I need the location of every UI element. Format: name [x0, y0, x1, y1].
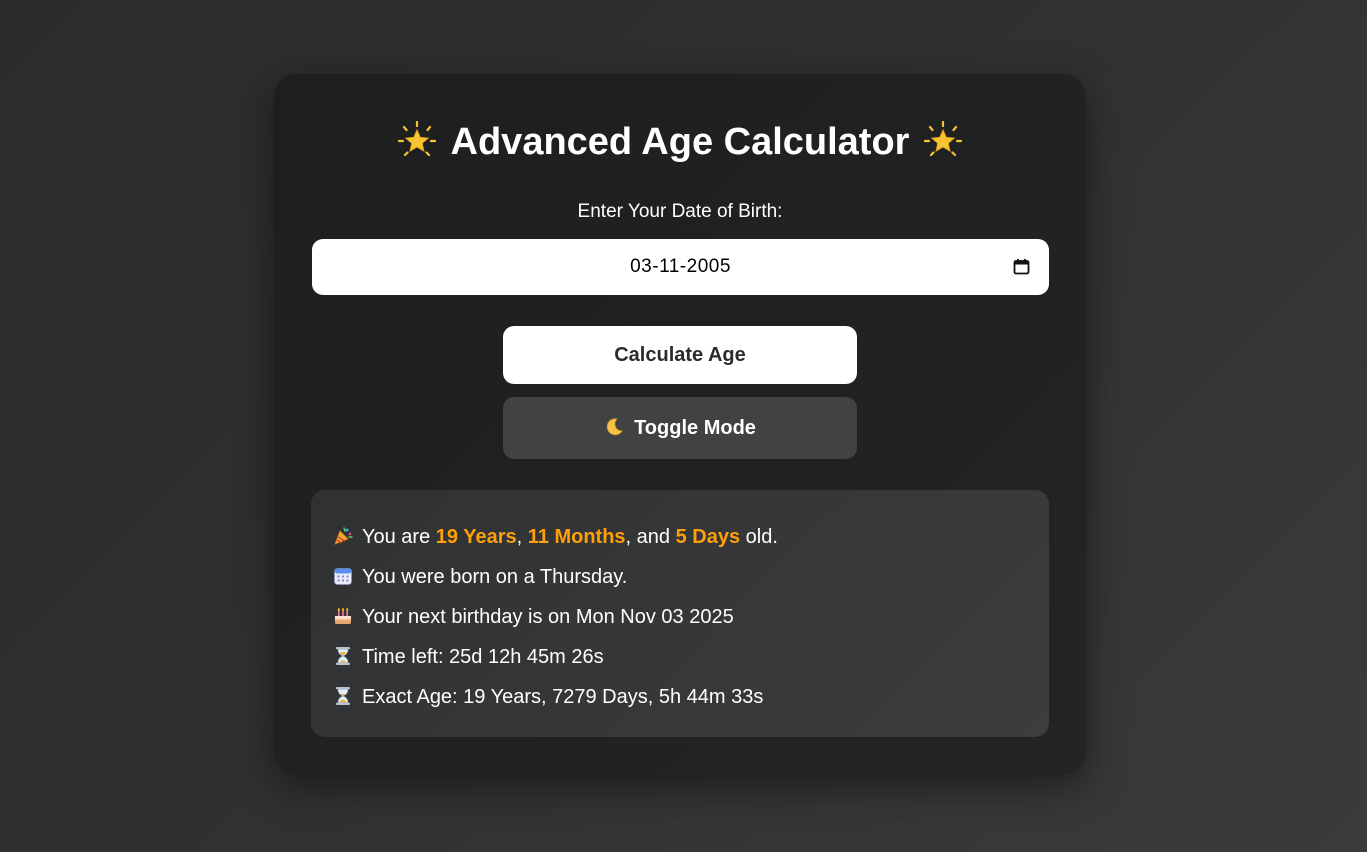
dob-label: Enter Your Date of Birth:	[577, 201, 783, 222]
age-result-line: You are 19 Years, 11 Months, and 5 Days …	[333, 517, 1027, 557]
born-day-text: You were born on a Thursday.	[362, 566, 628, 588]
age-days: 5 Days	[675, 526, 741, 548]
toggle-mode-label: Toggle Mode	[634, 417, 756, 439]
dob-value[interactable]: 03-11-2005	[312, 256, 1049, 278]
next-birthday-text: Your next birthday is on Mon Nov 03 2025	[362, 606, 734, 628]
age-sep2: , and	[625, 526, 671, 548]
glowing-star-icon	[397, 121, 436, 157]
time-left-text: Time left: 25d 12h 45m 26s	[362, 646, 604, 668]
next-birthday-line: Your next birthday is on Mon Nov 03 2025	[333, 597, 1027, 637]
toggle-mode-button[interactable]: Toggle Mode	[503, 397, 857, 459]
calculate-age-label: Calculate Age	[614, 344, 746, 366]
time-left-line: Time left: 25d 12h 45m 26s	[333, 637, 1027, 677]
calendar-icon	[334, 568, 352, 585]
glowing-star-icon	[924, 121, 963, 157]
age-years: 19 Years	[435, 526, 517, 548]
age-months: 11 Months	[527, 526, 626, 548]
age-calculator-card: Advanced Age Calculator Enter Your Date …	[274, 74, 1086, 775]
result-panel: You are 19 Years, 11 Months, and 5 Days …	[311, 490, 1049, 737]
born-day-line: You were born on a Thursday.	[333, 557, 1027, 597]
birthday-cake-icon	[334, 608, 352, 624]
calendar-picker-icon[interactable]	[1013, 258, 1030, 275]
dob-date-input[interactable]: 03-11-2005	[312, 239, 1049, 295]
age-suffix: old.	[745, 526, 778, 548]
hourglass-icon	[336, 647, 350, 665]
calculate-age-button[interactable]: Calculate Age	[503, 326, 857, 384]
age-prefix: You are	[362, 526, 431, 548]
hourglass-icon	[336, 687, 350, 705]
crescent-moon-icon	[606, 418, 623, 436]
page-title: Advanced Age Calculator	[274, 118, 1086, 166]
age-sep1: ,	[516, 526, 523, 548]
page-title-text: Advanced Age Calculator	[450, 121, 910, 163]
exact-age-line: Exact Age: 19 Years, 7279 Days, 5h 44m 3…	[333, 677, 1027, 717]
party-popper-icon	[334, 527, 353, 545]
exact-age-text: Exact Age: 19 Years, 7279 Days, 5h 44m 3…	[362, 686, 764, 708]
